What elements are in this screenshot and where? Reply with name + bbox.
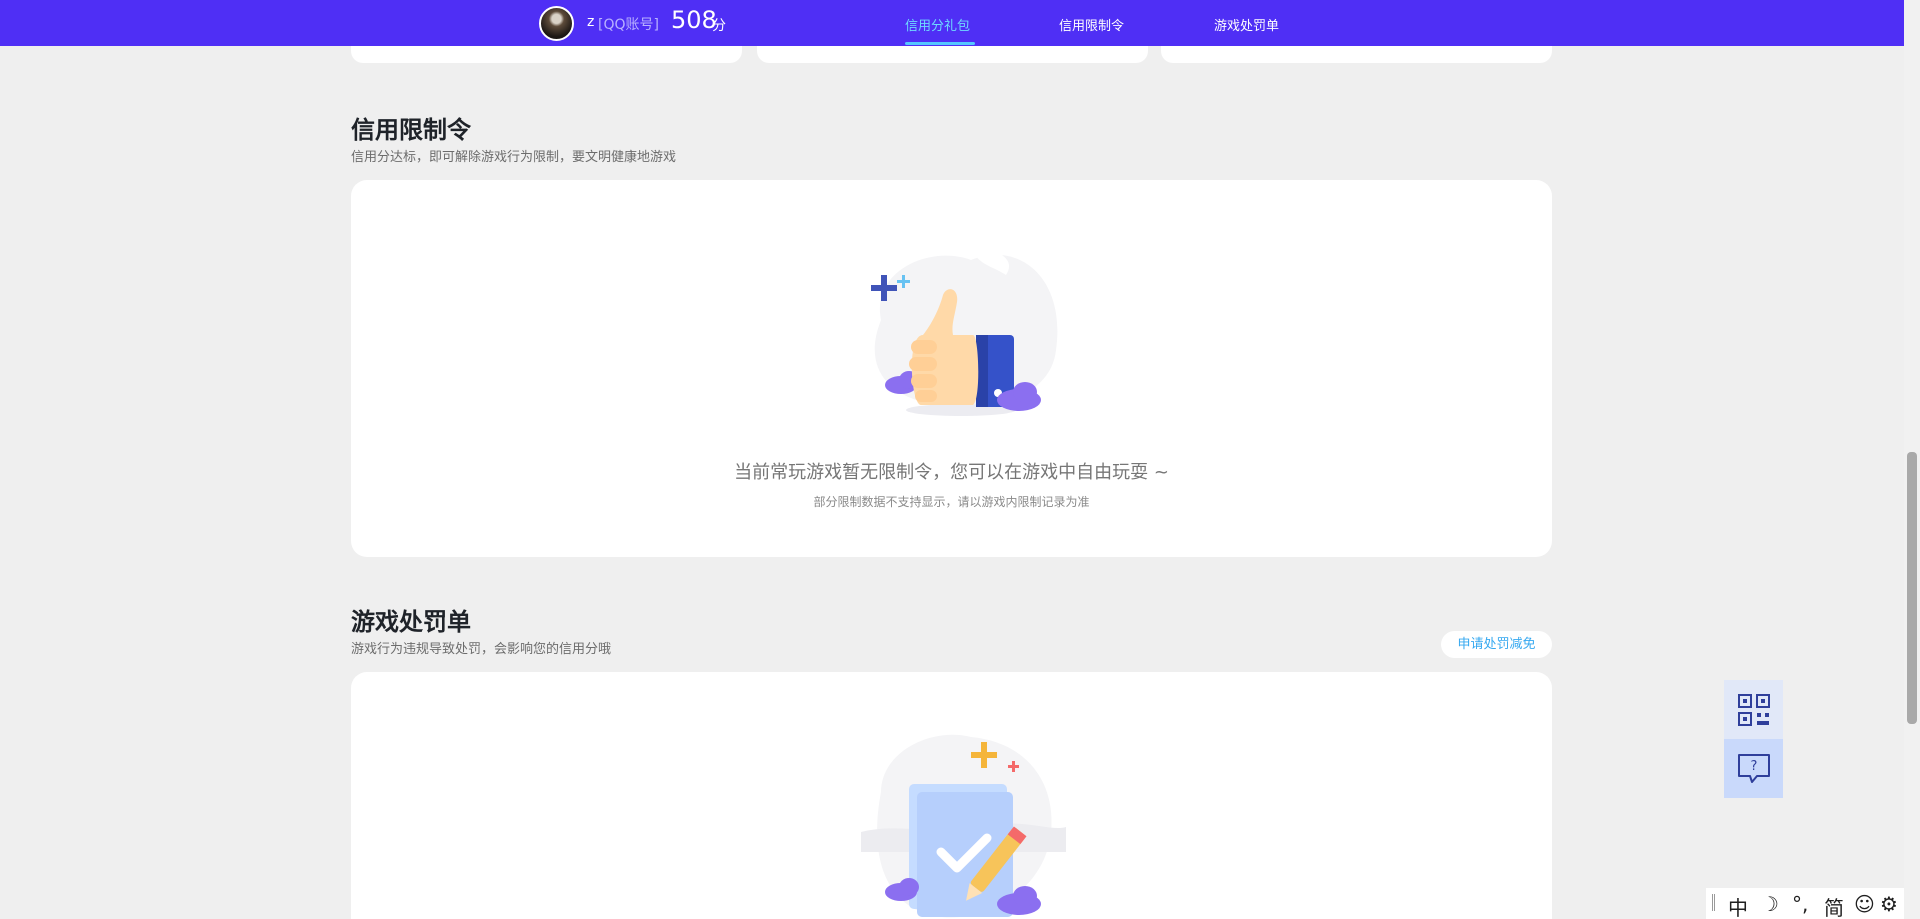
ime-language-toggle[interactable]: 中 (1728, 892, 1748, 919)
gift-card[interactable] (757, 46, 1148, 63)
section-title-restriction: 信用限制令 (351, 116, 471, 144)
section-title-penalty: 游戏处罚单 (351, 608, 471, 636)
emoji-icon[interactable]: ☺ (1854, 892, 1875, 916)
empty-state-note: 部分限制数据不支持显示，请以游戏内限制记录为准 (813, 495, 1090, 509)
gift-card[interactable] (351, 46, 742, 63)
ime-punctuation-toggle[interactable]: °, (1792, 892, 1808, 916)
scrollbar-thumb[interactable] (1907, 452, 1917, 724)
qr-code-button[interactable] (1724, 680, 1783, 739)
gift-card[interactable] (1161, 46, 1552, 63)
empty-state-message: 当前常玩游戏暂无限制令，您可以在游戏中自由玩耍 ~ (734, 462, 1169, 483)
ime-script-toggle[interactable]: 简 (1824, 892, 1844, 919)
tab-credit-restriction[interactable]: 信用限制令 (1059, 15, 1124, 34)
restriction-panel: 当前常玩游戏暂无限制令，您可以在游戏中自由玩耍 ~ 部分限制数据不支持显示，请以… (351, 180, 1552, 557)
apply-penalty-reduction-button[interactable]: 申请处罚减免 (1441, 631, 1552, 658)
tab-credit-gift[interactable]: 信用分礼包 (905, 15, 970, 34)
thumbs-up-icon (871, 245, 1058, 416)
account-type-label: [QQ账号] (598, 17, 659, 33)
ime-toolbar: 中 ☽ °, 简 ☺ ⚙ (1706, 888, 1904, 919)
penalty-panel (351, 672, 1552, 919)
svg-text:?: ? (1751, 759, 1758, 774)
gear-icon[interactable]: ⚙ (1880, 892, 1898, 916)
credit-score-unit: 分 (712, 18, 726, 34)
top-navigation-bar: z [QQ账号] 508 分 信用分礼包 信用限制令 游戏处罚单 (0, 0, 1904, 46)
document-check-icon (861, 734, 1066, 918)
moon-icon[interactable]: ☽ (1761, 892, 1779, 916)
qr-code-icon (1738, 694, 1770, 726)
section-subtitle-penalty: 游戏行为违规导致处罚，会影响您的信用分哦 (351, 642, 612, 657)
avatar[interactable] (539, 6, 574, 41)
ime-drag-handle[interactable] (1712, 894, 1715, 911)
section-subtitle-restriction: 信用分达标，即可解除游戏行为限制，要文明健康地游戏 (351, 150, 677, 165)
help-feedback-button[interactable]: ? (1724, 739, 1783, 798)
tab-game-penalty[interactable]: 游戏处罚单 (1214, 15, 1279, 34)
credit-score: 508 (671, 6, 717, 34)
active-tab-indicator (905, 42, 975, 45)
help-chat-icon: ? (1738, 754, 1770, 783)
username: z (587, 14, 595, 30)
